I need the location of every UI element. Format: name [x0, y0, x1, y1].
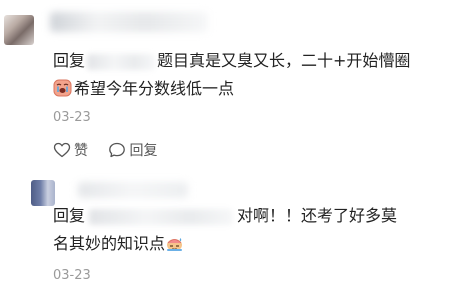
comment-text: 对啊！！还考了好多莫: [237, 206, 398, 225]
like-label: 赞: [74, 143, 88, 159]
timestamp: 03-23: [53, 268, 91, 283]
username-redacted: [78, 182, 188, 198]
comment-text-line: 回复 题目真是又臭又长，二十+开始懵圈: [53, 49, 410, 73]
comment-text-line: 回复 对啊！！还考了好多莫: [53, 204, 397, 228]
comment-text-line: 名其妙的知识点: [53, 232, 186, 256]
timestamp: 03-23: [53, 110, 91, 125]
reply-prefix: 回复: [53, 206, 86, 225]
avatar[interactable]: [31, 180, 55, 206]
username-redacted: [50, 12, 208, 32]
crying-face-emoji-icon: [53, 79, 72, 97]
comment-text: 名其妙的知识点: [53, 234, 166, 253]
reply-label: 回复: [129, 143, 158, 159]
heart-icon: [53, 142, 71, 158]
mention-redacted: [89, 208, 234, 225]
comment-actions: 赞 回复: [53, 140, 173, 160]
comment-text: 题目真是又臭又长，二十+开始懵圈: [157, 51, 411, 70]
comment-text-line: 希望今年分数线低一点: [53, 77, 234, 101]
reply-prefix: 回复: [53, 51, 86, 70]
mention-redacted: [87, 53, 156, 70]
comment-text: 希望今年分数线低一点: [74, 79, 235, 98]
avatar[interactable]: [4, 15, 34, 45]
comment-item: 回复 题目真是又臭又长，二十+开始懵圈 希望今年分数线低一点 03-23 赞 回…: [0, 0, 449, 176]
reply-button[interactable]: 回复: [108, 140, 157, 160]
comment-bubble-icon: [109, 142, 126, 158]
sweat-smile-emoji-icon: [165, 234, 184, 252]
comment-item: 回复 对啊！！还考了好多莫 名其妙的知识点 03-23: [0, 176, 449, 295]
like-button[interactable]: 赞: [53, 140, 88, 160]
